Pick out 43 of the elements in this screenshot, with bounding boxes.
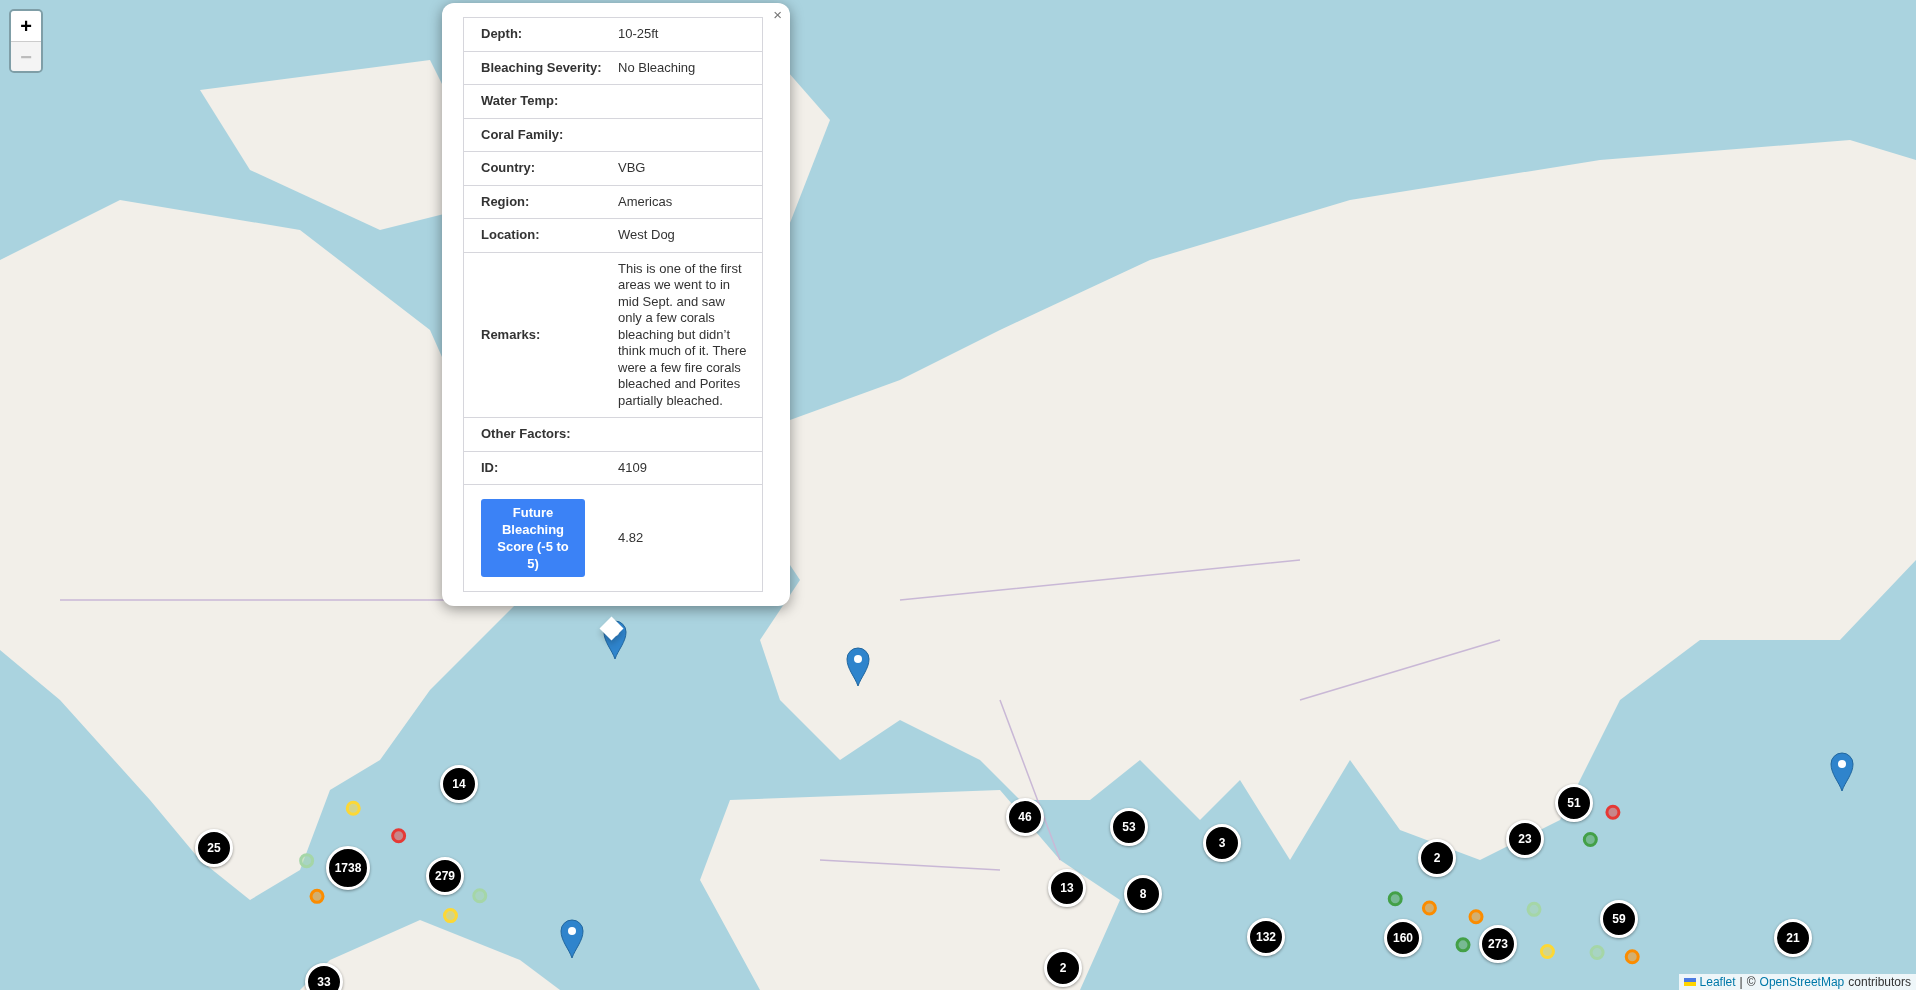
field-value: VBG — [618, 160, 646, 175]
field-value: 4.82 — [618, 529, 644, 545]
field-label: Region: — [481, 193, 530, 209]
coral-site-marker[interactable] — [1526, 901, 1542, 917]
field-label: Country: — [481, 160, 536, 175]
coral-site-marker[interactable] — [1605, 804, 1621, 820]
coral-site-marker[interactable] — [1421, 900, 1437, 916]
coral-site-marker[interactable] — [1455, 937, 1471, 953]
close-button[interactable]: × — [771, 7, 784, 23]
field-value: 10-25ft — [618, 26, 659, 41]
map-pin-icon[interactable] — [560, 919, 584, 959]
field-label: Bleaching Severity: — [481, 59, 602, 75]
field-value: 4109 — [618, 459, 647, 475]
coral-site-marker[interactable] — [1582, 832, 1598, 847]
coral-site-marker[interactable] — [309, 888, 325, 904]
field-label: Location: — [481, 227, 540, 242]
map-pin-icon[interactable] — [1830, 752, 1854, 792]
field-value: West Dog — [618, 227, 675, 242]
coral-site-marker[interactable] — [391, 828, 407, 844]
coral-site-marker[interactable] — [1624, 949, 1640, 965]
field-label: Other Factors: — [481, 426, 571, 441]
flag-icon — [1683, 978, 1696, 986]
coral-site-marker[interactable] — [299, 853, 315, 869]
leaflet-link[interactable]: Leaflet — [1699, 975, 1736, 989]
coral-site-marker[interactable] — [1589, 944, 1605, 960]
field-label: ID: — [481, 459, 499, 475]
copyright-sign: © — [1746, 975, 1756, 989]
field-value: Americas — [618, 193, 673, 209]
field-label: Depth: — [481, 26, 523, 41]
zoom-in-button[interactable]: + — [11, 11, 41, 41]
openstreetmap-link[interactable]: OpenStreetMap — [1759, 975, 1845, 989]
score-button[interactable]: Future Bleaching Score (-5 to 5) — [481, 499, 585, 577]
separator: | — [1739, 975, 1743, 989]
field-label: Water Temp: — [481, 93, 559, 108]
field-label: Coral Family: — [481, 126, 564, 142]
field-value: This is one of the first areas we went to in mid Sept. and saw only a few corals bleaching but didn’t think much of it. There were a few fire corals bleached and Porites partially bleached. — [618, 260, 747, 408]
field-value: No Bleaching — [618, 59, 696, 75]
coral-site-marker[interactable] — [1387, 891, 1403, 907]
coral-site-marker[interactable] — [1468, 909, 1484, 925]
map-pin-icon[interactable] — [846, 647, 870, 687]
coral-site-marker[interactable] — [472, 888, 488, 904]
attribution-text: contributors — [1848, 975, 1911, 989]
field-label: Remarks: — [481, 326, 541, 342]
